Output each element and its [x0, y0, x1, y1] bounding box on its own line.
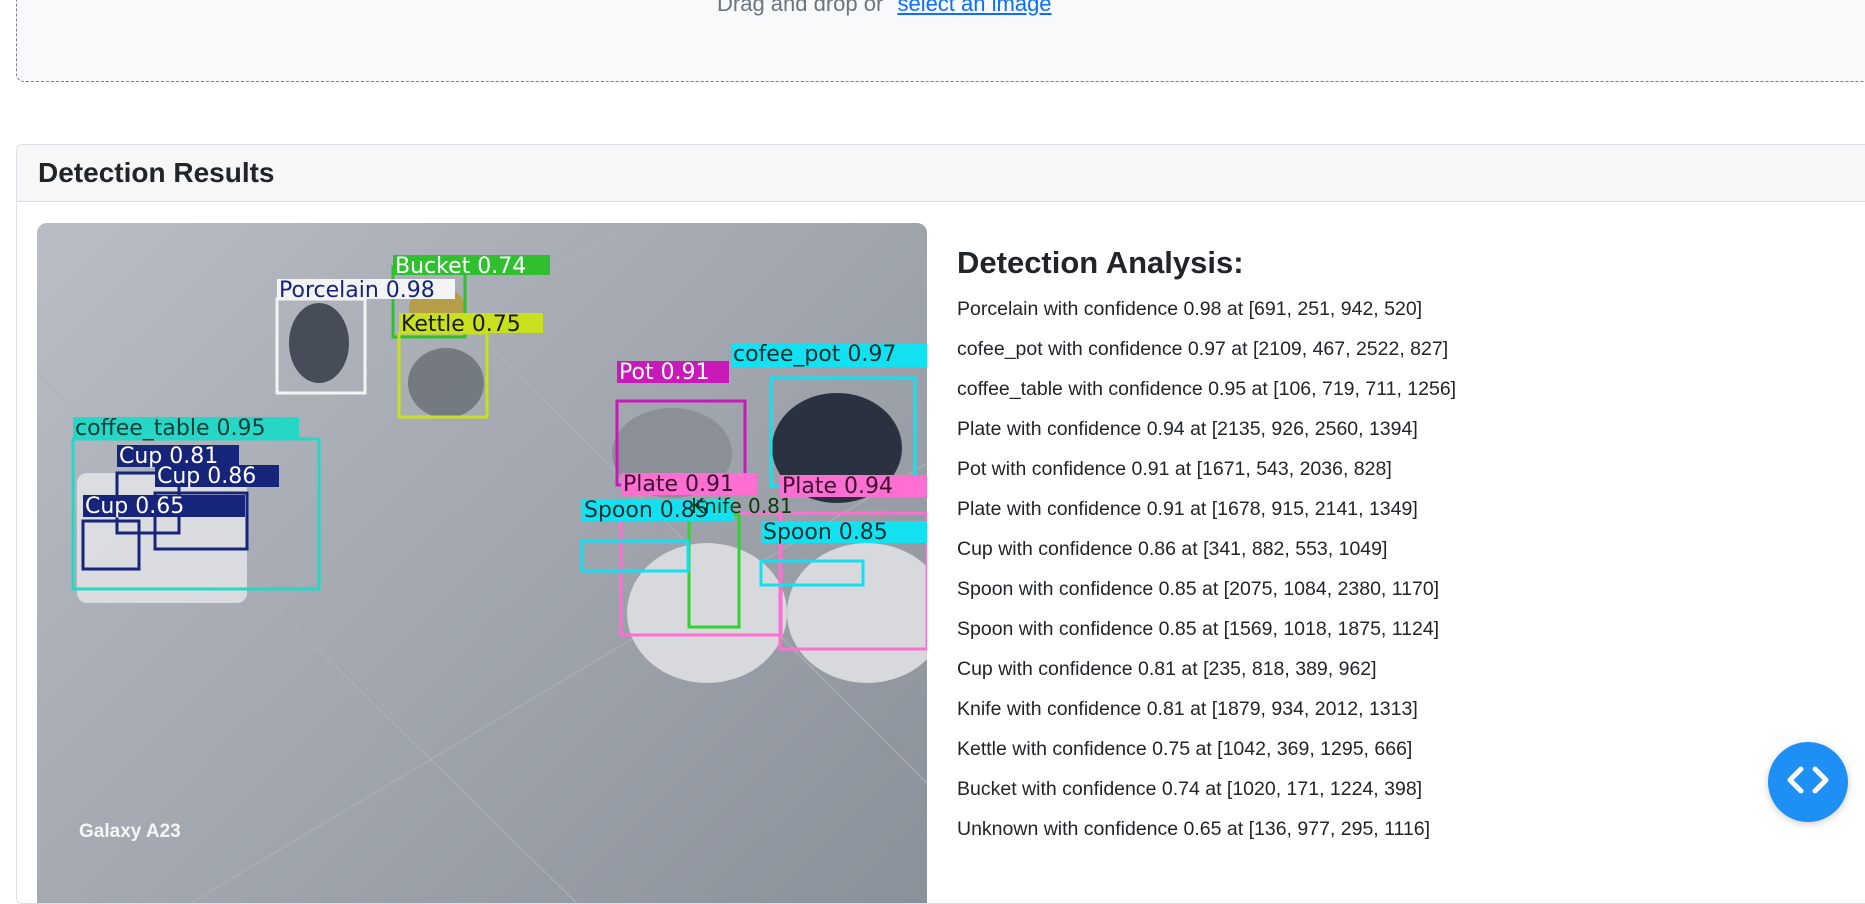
list-item: Pot with confidence 0.91 at [1671, 543, …: [957, 458, 1392, 480]
upload-dropzone[interactable]: Drag and drop or select an image: [16, 0, 1865, 82]
list-item: Kettle with confidence 0.75 at [1042, 36…: [957, 738, 1413, 760]
code-fab-button[interactable]: [1768, 742, 1848, 822]
upload-text: Drag and drop or: [717, 0, 884, 16]
label-cup-065: Cup 0.65: [85, 494, 184, 519]
list-item: Cup with confidence 0.81 at [235, 818, 3…: [957, 658, 1377, 680]
label-cup-086: Cup 0.86: [157, 464, 256, 489]
select-image-link[interactable]: select an image: [897, 0, 1051, 16]
detection-overlay: Porcelain 0.98 Bucket 0.74 Kettle 0.75 c…: [37, 223, 927, 903]
analysis-title: Detection Analysis:: [957, 245, 1244, 280]
device-watermark: Galaxy A23: [79, 821, 181, 842]
list-item: Knife with confidence 0.81 at [1879, 934…: [957, 698, 1418, 720]
list-item: Spoon with confidence 0.85 at [1569, 101…: [957, 618, 1440, 640]
list-item: cofee_pot with confidence 0.97 at [2109,…: [957, 338, 1449, 360]
list-item: Cup with confidence 0.86 at [341, 882, 5…: [957, 538, 1388, 560]
list-item: Spoon with confidence 0.85 at [2075, 108…: [957, 578, 1440, 600]
list-item: Plate with confidence 0.91 at [1678, 915…: [957, 498, 1418, 520]
card-header: Detection Results: [17, 145, 1865, 202]
label-pot: Pot 0.91: [619, 360, 710, 385]
label-kettle: Kettle 0.75: [401, 312, 521, 337]
label-spoon-1: Spoon 0.85: [584, 498, 709, 523]
analysis-list: Porcelain with confidence 0.98 at [691, …: [957, 289, 1657, 849]
detection-analysis: Detection Analysis: Porcelain with confi…: [957, 245, 1657, 849]
detection-results-title: Detection Results: [38, 157, 275, 188]
label-spoon-2: Spoon 0.85: [763, 520, 888, 545]
label-cofee-pot: cofee_pot 0.97: [733, 342, 896, 367]
label-porcelain: Porcelain 0.98: [279, 278, 435, 303]
label-bucket: Bucket 0.74: [395, 254, 526, 279]
label-plate-094: Plate 0.94: [782, 474, 893, 499]
annotated-image: Porcelain 0.98 Bucket 0.74 Kettle 0.75 c…: [37, 223, 927, 903]
upload-instructions: Drag and drop or select an image: [717, 0, 1052, 17]
label-coffee-table: coffee_table 0.95: [75, 416, 265, 441]
list-item: Unknown with confidence 0.65 at [136, 97…: [957, 818, 1431, 840]
list-item: Bucket with confidence 0.74 at [1020, 17…: [957, 778, 1423, 800]
list-item: Porcelain with confidence 0.98 at [691, …: [957, 298, 1423, 320]
list-item: Plate with confidence 0.94 at [2135, 926…: [957, 418, 1418, 440]
code-icon: [1785, 765, 1831, 800]
detection-results-card: Detection Results Porcelain 0.98 Bucket …: [16, 144, 1865, 904]
list-item: coffee_table with confidence 0.95 at [10…: [957, 378, 1457, 400]
